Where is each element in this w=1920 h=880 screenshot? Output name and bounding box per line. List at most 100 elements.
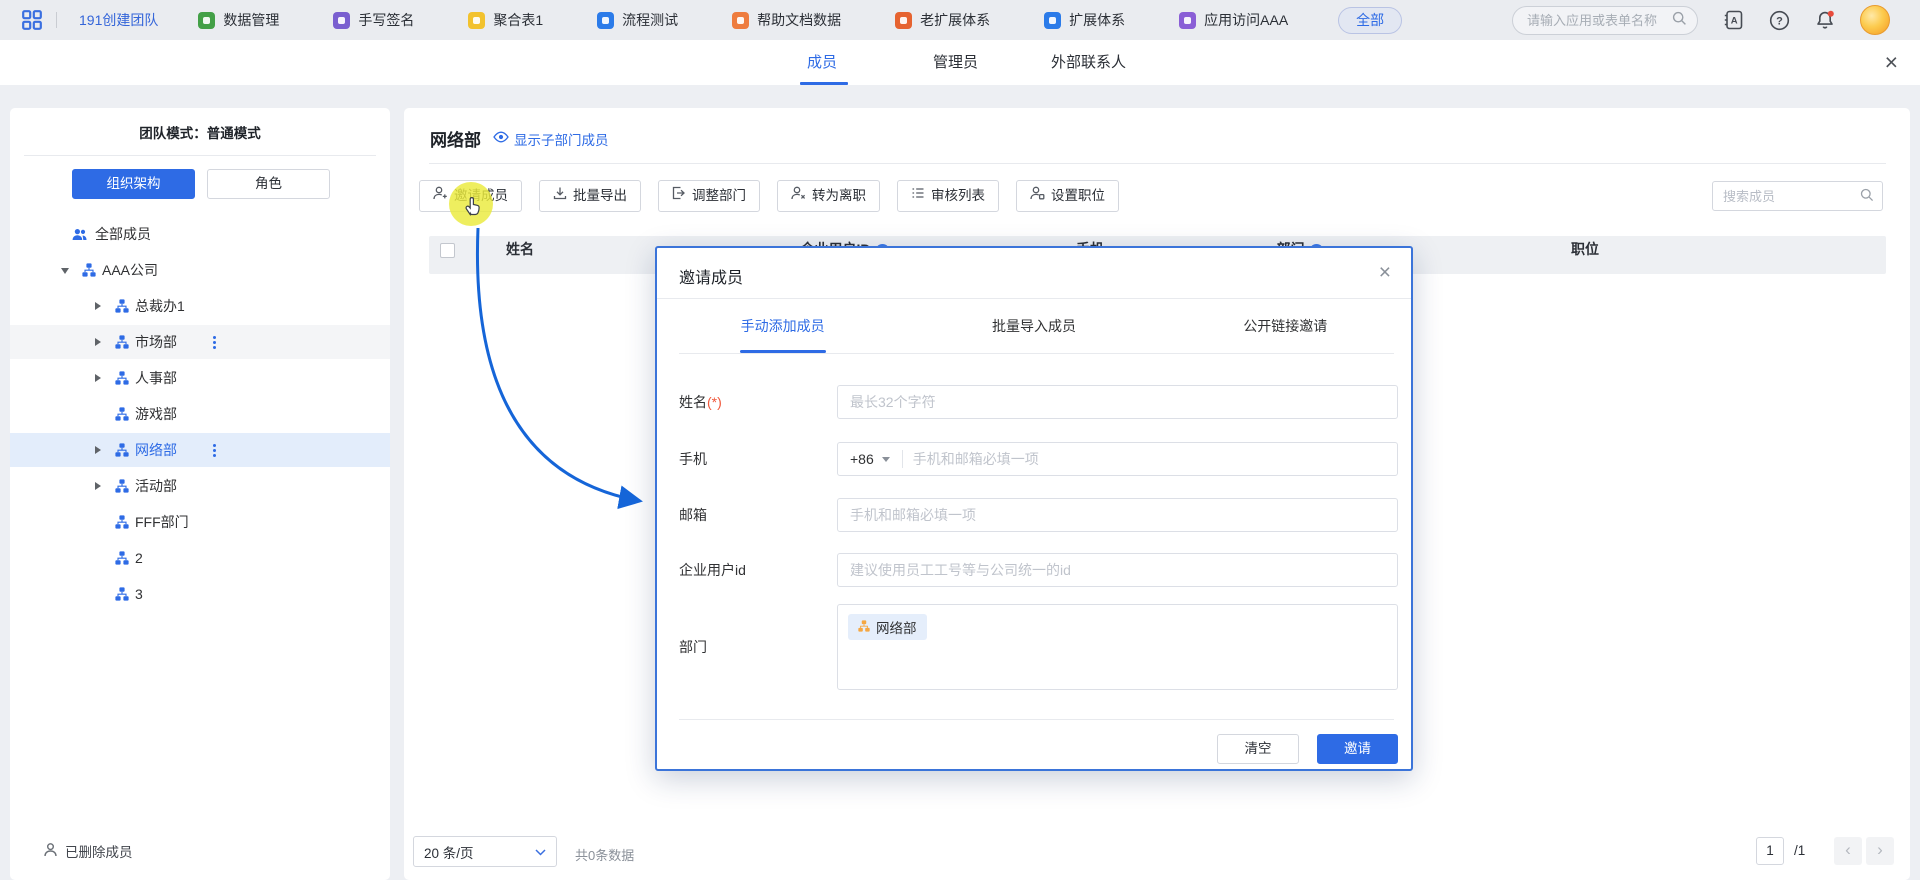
- phone-field[interactable]: [913, 451, 1397, 467]
- kebab-vertical-icon[interactable]: [207, 441, 221, 459]
- app-icon: [198, 12, 215, 29]
- page-of-label: /1: [1794, 843, 1805, 858]
- sidebar-divider: [24, 155, 376, 156]
- phone-label: 手机: [679, 442, 707, 476]
- tab-batch-import[interactable]: 批量导入成员: [908, 299, 1159, 353]
- invite-member-modal: 邀请成员 × 手动添加成员 批量导入成员 公开链接邀请 姓名(*) 手机 +86…: [655, 246, 1413, 771]
- mark-resigned-button[interactable]: 转为离职: [777, 180, 880, 212]
- review-list-button[interactable]: 审核列表: [897, 180, 999, 212]
- caret-down-icon[interactable]: [61, 268, 69, 274]
- roles-button[interactable]: 角色: [207, 169, 330, 199]
- svg-text:?: ?: [1776, 15, 1783, 27]
- name-field[interactable]: [837, 385, 1398, 419]
- team-mode-label: 团队模式：普通模式: [10, 108, 390, 154]
- caret-right-icon[interactable]: [95, 446, 101, 454]
- batch-export-button[interactable]: 批量导出: [539, 180, 641, 212]
- address-book-icon[interactable]: A: [1722, 9, 1744, 31]
- tab-members[interactable]: 成员: [807, 40, 837, 85]
- app-launcher-grid-icon[interactable]: [22, 10, 42, 30]
- clear-button[interactable]: 清空: [1217, 734, 1299, 764]
- tab-manual-add[interactable]: 手动添加成员: [657, 299, 908, 353]
- topbar-app-handwritten-signature[interactable]: 手写签名: [333, 10, 414, 30]
- org-tree-icon: [115, 551, 129, 565]
- next-page-button[interactable]: ›: [1866, 837, 1894, 865]
- tab-external-contacts[interactable]: 外部联系人: [1051, 40, 1126, 85]
- topbar-app-old-extension[interactable]: 老扩展体系: [895, 10, 990, 30]
- topbar-divider: [56, 12, 57, 28]
- tree-item-zongcaiban1[interactable]: 总裁办1: [10, 289, 390, 323]
- person-plus-icon: [433, 181, 448, 211]
- topbar-team-app[interactable]: 191创建团队: [79, 10, 158, 30]
- name-label: 姓名(*): [679, 385, 722, 419]
- chevron-down-icon: [882, 457, 890, 462]
- person-icon: [44, 843, 57, 860]
- department-title: 网络部: [430, 126, 481, 151]
- person-badge-icon: [1030, 181, 1045, 211]
- app-icon: [895, 12, 912, 29]
- tab-admins[interactable]: 管理员: [933, 40, 978, 85]
- all-apps-filter-pill[interactable]: 全部: [1338, 7, 1402, 34]
- topbar-app-aggregate-table[interactable]: 聚合表1: [468, 10, 543, 30]
- email-field[interactable]: [837, 498, 1398, 532]
- set-position-button[interactable]: 设置职位: [1016, 180, 1119, 212]
- department-chip[interactable]: 网络部: [848, 614, 927, 640]
- page-size-select[interactable]: 20 条/页: [413, 836, 557, 867]
- topbar-app-extension[interactable]: 扩展体系: [1044, 10, 1125, 30]
- tree-item-2[interactable]: 2: [10, 541, 390, 575]
- tree-item-hr-dept[interactable]: 人事部: [10, 361, 390, 395]
- field-separator: [902, 450, 903, 468]
- notifications-bell-icon[interactable]: [1814, 9, 1836, 31]
- kebab-vertical-icon[interactable]: [207, 333, 221, 351]
- topbar-app-access-aaa[interactable]: 应用访问AAA: [1179, 10, 1288, 30]
- table-footer: 20 条/页 共0条数据 1 /1 ‹ ›: [404, 824, 1910, 880]
- close-icon[interactable]: ×: [1885, 49, 1898, 75]
- topbar-app-help-doc-data[interactable]: 帮助文档数据: [732, 10, 841, 30]
- org-tree-icon: [115, 479, 129, 493]
- people-icon: [72, 228, 86, 242]
- header-divider: [429, 163, 1886, 164]
- topbar-app-process-test[interactable]: 流程测试: [597, 10, 678, 30]
- invite-member-button[interactable]: 邀请成员: [419, 180, 522, 212]
- caret-right-icon[interactable]: [95, 338, 101, 346]
- topbar-app-data-management[interactable]: 数据管理: [198, 10, 279, 30]
- org-tree-icon: [115, 515, 129, 529]
- modal-tabs-divider: [679, 353, 1394, 354]
- tree-item-activity-dept[interactable]: 活动部: [10, 469, 390, 503]
- topbar: 191创建团队 数据管理 手写签名 聚合表1 流程测试 帮助文档数据 老扩展体系…: [0, 0, 1920, 40]
- list-icon: [911, 181, 925, 211]
- tab-public-link-invite[interactable]: 公开链接邀请: [1160, 299, 1411, 353]
- app-search-box[interactable]: [1512, 6, 1698, 35]
- department-field[interactable]: 网络部: [837, 604, 1398, 690]
- tree-item-game-dept[interactable]: 游戏部: [10, 397, 390, 431]
- member-search-box[interactable]: [1712, 181, 1883, 211]
- org-structure-button[interactable]: 组织架构: [72, 169, 195, 199]
- tree-item-3[interactable]: 3: [10, 577, 390, 611]
- current-page-box[interactable]: 1: [1756, 837, 1784, 865]
- tree-item-network-dept[interactable]: 网络部: [10, 433, 390, 467]
- tree-item-fff-dept[interactable]: FFF部门: [10, 505, 390, 539]
- caret-right-icon[interactable]: [95, 374, 101, 382]
- app-icon: [1179, 12, 1196, 29]
- tree-item-aaa-company[interactable]: AAA公司: [10, 253, 390, 287]
- phone-prefix-select[interactable]: +86: [838, 451, 902, 467]
- help-icon[interactable]: ?: [1768, 9, 1790, 31]
- caret-right-icon[interactable]: [95, 302, 101, 310]
- svg-text:A: A: [1730, 16, 1737, 27]
- select-all-checkbox[interactable]: [440, 243, 455, 258]
- app-search-input[interactable]: [1527, 13, 1672, 28]
- caret-right-icon[interactable]: [95, 482, 101, 490]
- modal-footer-divider: [679, 719, 1394, 720]
- invite-button[interactable]: 邀请: [1317, 734, 1398, 764]
- prev-page-button[interactable]: ‹: [1834, 837, 1862, 865]
- org-tree-icon: [858, 620, 870, 635]
- person-x-icon: [791, 181, 806, 211]
- adjust-department-button[interactable]: 调整部门: [658, 180, 760, 212]
- user-avatar[interactable]: [1860, 5, 1890, 35]
- tree-item-marketing-dept[interactable]: 市场部: [10, 325, 390, 359]
- show-sub-dept-link[interactable]: 显示子部门成员: [493, 129, 609, 149]
- close-icon[interactable]: ×: [1379, 261, 1391, 285]
- enterprise-user-id-field[interactable]: [837, 553, 1398, 587]
- tree-item-all-members[interactable]: 全部成员: [10, 217, 390, 251]
- member-search-input[interactable]: [1723, 189, 1860, 204]
- deleted-members-link[interactable]: 已删除成员: [44, 841, 133, 861]
